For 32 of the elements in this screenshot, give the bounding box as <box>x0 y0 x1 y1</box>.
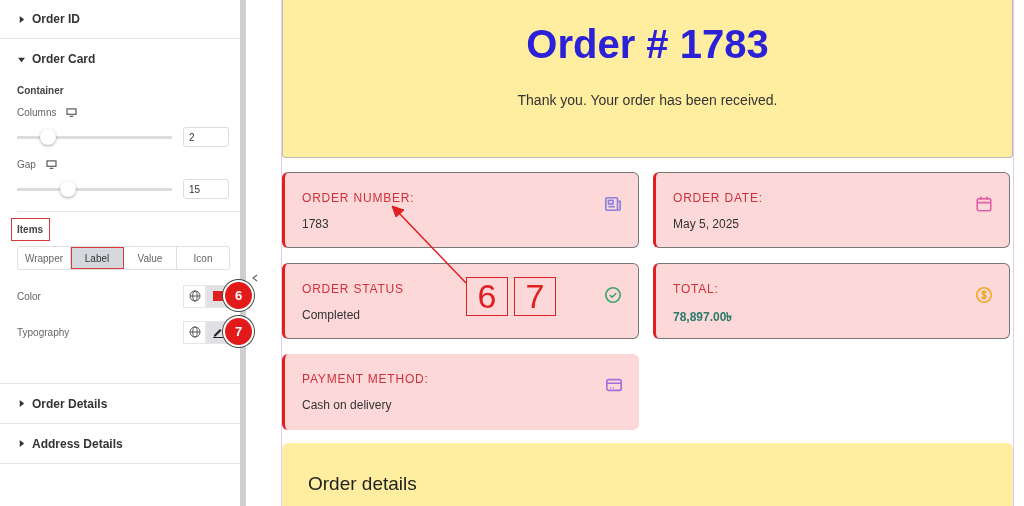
card-value: Cash on delivery <box>302 398 393 412</box>
step-badge: 7 <box>225 317 252 345</box>
number-field[interactable]: 2 <box>183 127 229 147</box>
control-label: Typography <box>17 326 70 338</box>
control-label: Columns <box>17 107 57 118</box>
control-label: Color <box>17 290 41 302</box>
tab[interactable]: Value <box>124 247 177 269</box>
card-value: Completed <box>302 308 362 322</box>
card-value: 78,897.00৳ <box>673 309 733 326</box>
section-header[interactable]: Order Details <box>0 384 240 423</box>
control-label: Gap <box>17 159 36 170</box>
card-label: ORDER NUMBER: <box>302 191 415 205</box>
order-title: Order # 1783 <box>526 22 769 67</box>
tab[interactable]: Icon <box>177 247 229 269</box>
card-value: 1783 <box>302 217 330 231</box>
callout-number: 6 <box>466 277 508 316</box>
card-label: ORDER DATE: <box>673 191 763 205</box>
thank-you-message: Thank you. Your order has been received. <box>517 92 778 108</box>
section-header[interactable]: Address Details <box>0 424 240 463</box>
step-badge: 6 <box>225 281 252 309</box>
section-title: Order details <box>308 473 418 495</box>
callout-number: 7 <box>514 277 556 316</box>
group-label: Items <box>17 223 44 237</box>
card-label: TOTAL: <box>673 282 720 296</box>
number-field[interactable]: 15 <box>183 179 229 199</box>
group-label: Container <box>17 85 65 96</box>
card-label: PAYMENT METHOD: <box>302 372 429 386</box>
section-header[interactable]: Order ID <box>0 0 240 38</box>
section-header[interactable]: Order Card <box>0 39 240 79</box>
card-value: May 5, 2025 <box>673 217 741 231</box>
tab[interactable]: Label <box>71 247 124 269</box>
card-label: ORDER STATUS <box>302 282 404 296</box>
